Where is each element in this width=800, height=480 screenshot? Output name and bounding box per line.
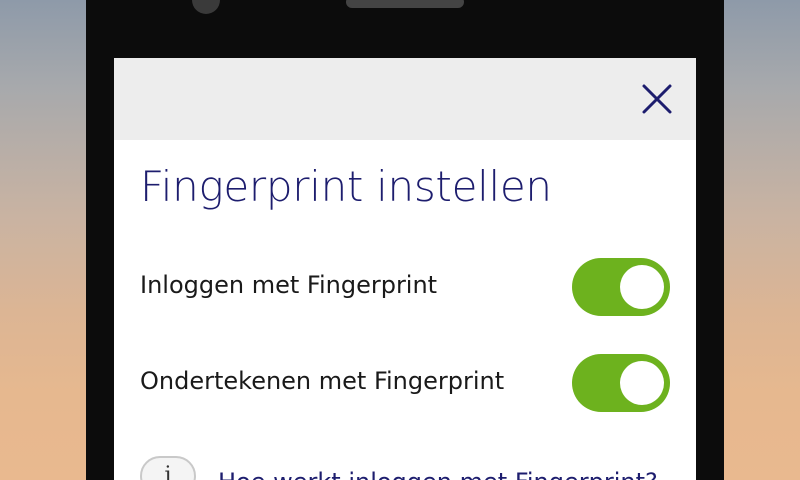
sign-fingerprint-toggle[interactable] [572, 354, 670, 412]
phone-frame: Fingerprint instellen Inloggen met Finge… [86, 0, 724, 480]
dialog-title: Fingerprint instellen [140, 162, 552, 211]
info-icon: i [140, 456, 196, 480]
fingerprint-settings-dialog: Fingerprint instellen Inloggen met Finge… [114, 58, 696, 480]
info-link[interactable]: Hoe werkt inloggen met Fingerprint? [218, 468, 658, 480]
close-icon [642, 84, 672, 114]
dialog-header-bar [114, 58, 696, 140]
setting-label-sign: Ondertekenen met Fingerprint [140, 367, 505, 395]
info-row: i Hoe werkt inloggen met Fingerprint? [140, 456, 680, 480]
toggle-knob [620, 265, 664, 309]
setting-row-sign: Ondertekenen met Fingerprint [140, 354, 670, 414]
setting-row-login: Inloggen met Fingerprint [140, 258, 670, 318]
close-button[interactable] [640, 82, 674, 116]
setting-label-login: Inloggen met Fingerprint [140, 271, 438, 299]
earpiece-speaker [346, 0, 464, 8]
front-camera [192, 0, 220, 14]
toggle-knob [620, 361, 664, 405]
login-fingerprint-toggle[interactable] [572, 258, 670, 316]
